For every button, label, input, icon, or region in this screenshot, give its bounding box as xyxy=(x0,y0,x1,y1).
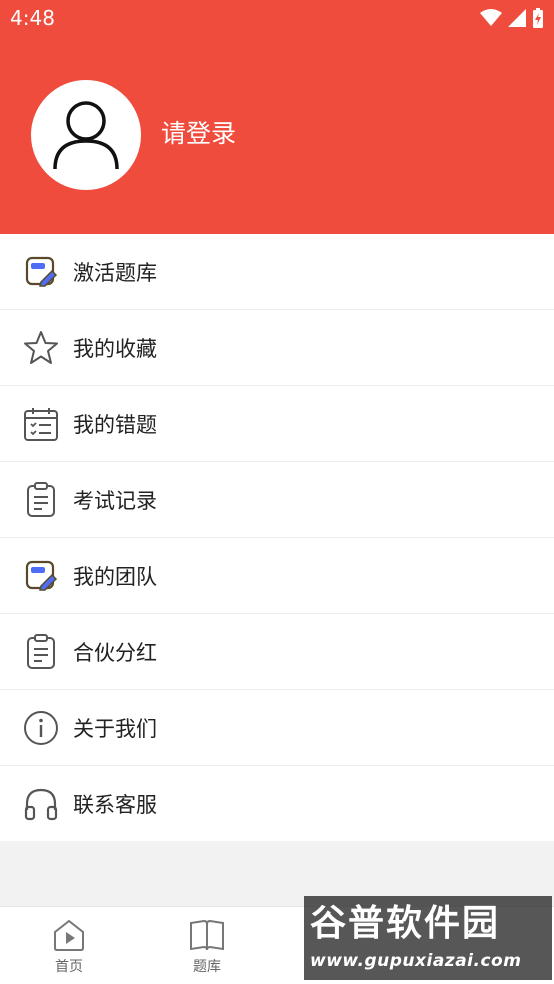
edit-card-icon xyxy=(23,558,59,594)
tab-question-bank[interactable]: 题库 xyxy=(138,907,276,984)
battery-icon xyxy=(533,8,543,28)
menu-item-partner-dividend[interactable]: 合伙分红 xyxy=(0,614,554,690)
signal-icon xyxy=(508,9,526,27)
menu-item-activate-bank[interactable]: 激活题库 xyxy=(0,234,554,310)
profile-header: 4:48 请登录 xyxy=(0,0,554,234)
menu-item-label: 我的团队 xyxy=(73,564,157,589)
star-icon xyxy=(23,330,59,366)
menu-item-wrong-questions[interactable]: 我的错题 xyxy=(0,386,554,462)
menu-item-label: 考试记录 xyxy=(73,488,157,513)
menu-item-label: 联系客服 xyxy=(73,792,157,817)
status-icons xyxy=(480,6,544,30)
menu-item-customer-service[interactable]: 联系客服 xyxy=(0,766,554,841)
clipboard-icon xyxy=(23,633,59,670)
menu-item-label: 激活题库 xyxy=(73,260,157,285)
user-icon xyxy=(53,101,119,170)
watermark-url: www.gupuxiazai.com xyxy=(310,951,522,971)
clipboard-icon xyxy=(23,481,59,518)
watermark: 谷普软件园 www.gupuxiazai.com xyxy=(304,896,552,980)
headphones-icon xyxy=(23,786,59,822)
home-play-icon xyxy=(51,917,87,953)
menu-item-exam-records[interactable]: 考试记录 xyxy=(0,462,554,538)
menu-item-label: 关于我们 xyxy=(73,716,157,741)
edit-card-icon xyxy=(23,254,59,290)
tab-label: 首页 xyxy=(55,959,83,975)
tab-home[interactable]: 首页 xyxy=(0,907,138,984)
login-link[interactable]: 请登录 xyxy=(161,114,236,154)
menu-item-label: 我的收藏 xyxy=(73,336,157,361)
watermark-title: 谷普软件园 xyxy=(310,903,501,944)
status-time: 4:48 xyxy=(10,6,55,30)
menu-item-label: 我的错题 xyxy=(73,412,157,437)
info-icon xyxy=(23,710,59,746)
book-icon xyxy=(189,917,225,953)
menu-item-favorites[interactable]: 我的收藏 xyxy=(0,310,554,386)
wifi-icon xyxy=(480,9,502,26)
avatar[interactable] xyxy=(31,80,141,190)
menu-list: 激活题库 我的收藏 我的错题 考试记录 我的团队 合伙分红 关于我们 联系客服 xyxy=(0,234,554,841)
calendar-list-icon xyxy=(23,406,59,442)
menu-item-label: 合伙分红 xyxy=(73,640,157,665)
app-root: 4:48 请登录 激活题库 我的收藏 我的错题 考试记录 我的团队 合伙分红 关… xyxy=(0,0,554,984)
menu-item-about-us[interactable]: 关于我们 xyxy=(0,690,554,766)
menu-item-my-team[interactable]: 我的团队 xyxy=(0,538,554,614)
tab-label: 题库 xyxy=(193,959,221,975)
